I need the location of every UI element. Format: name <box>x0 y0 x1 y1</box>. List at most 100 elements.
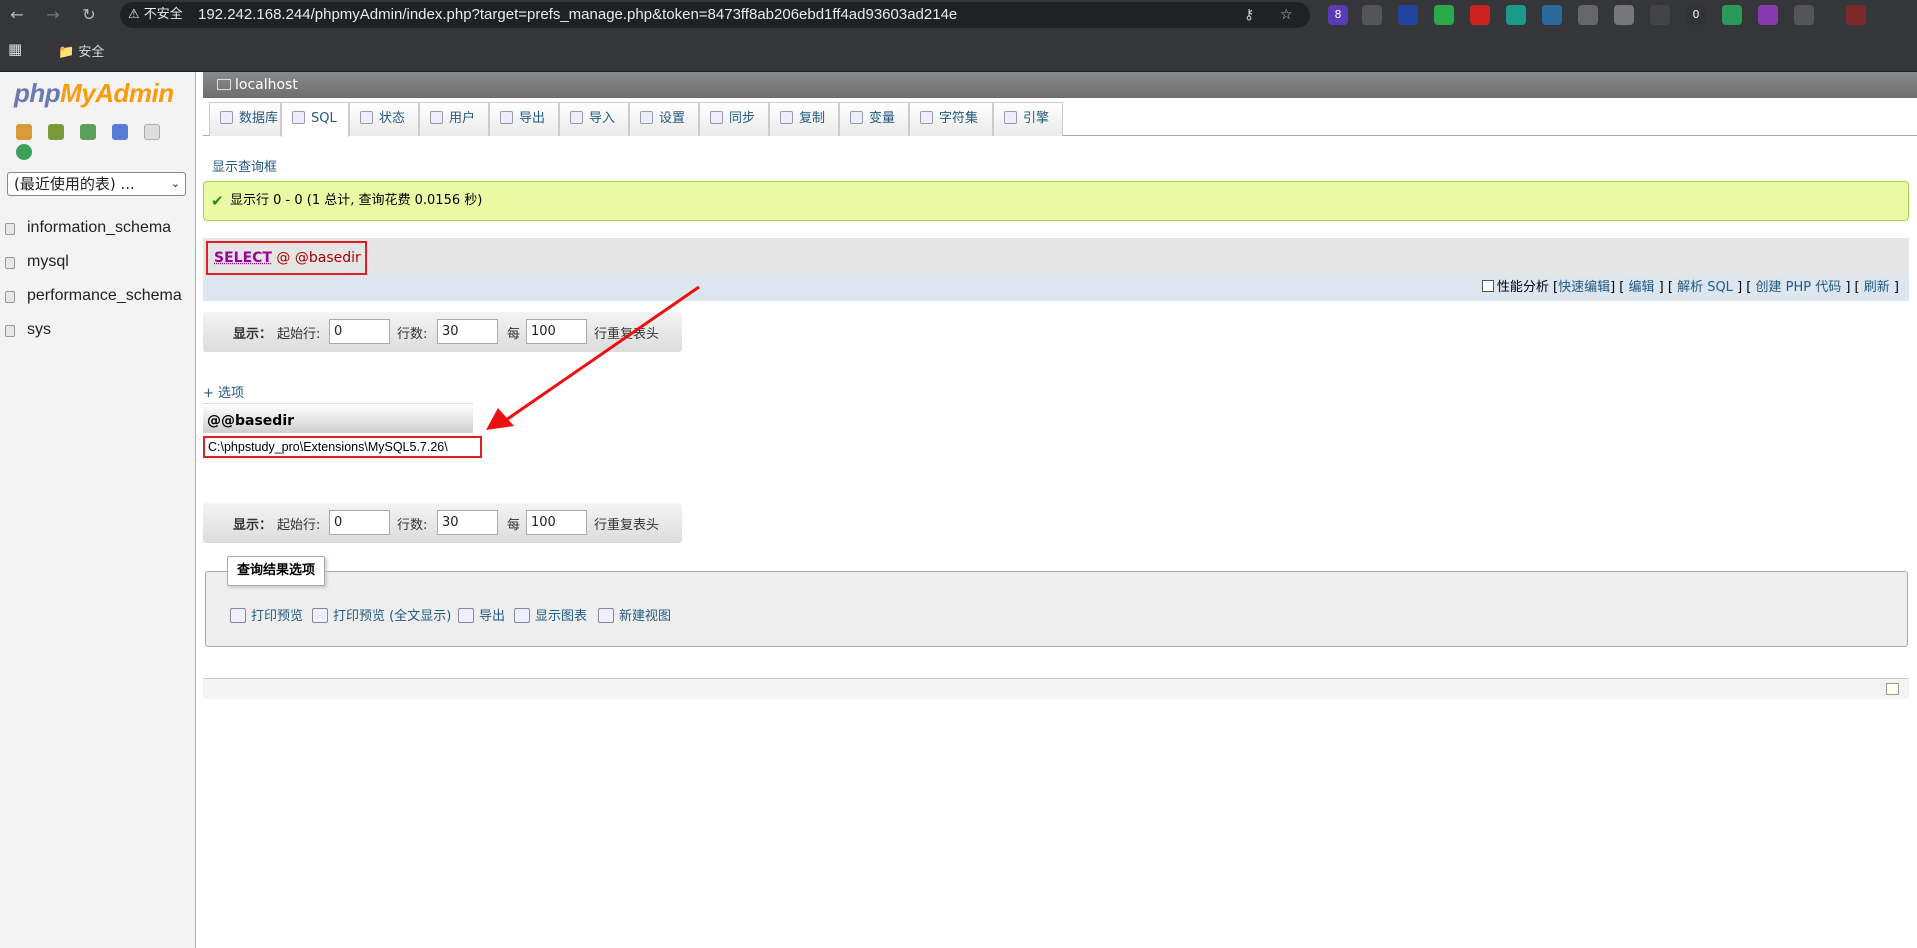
tab-users[interactable]: 用户 <box>419 102 489 136</box>
address-bar[interactable]: ⚠ 不安全 192.242.168.244/phpmyAdmin/index.p… <box>120 2 1310 28</box>
tab-label: 用户 <box>449 111 476 126</box>
rows-label: 行数: <box>397 518 428 533</box>
server-icon <box>217 79 231 90</box>
tab-sql[interactable]: SQL <box>281 102 349 137</box>
wrench-icon <box>640 111 653 124</box>
extension-green-icon[interactable] <box>1722 5 1742 25</box>
tab-charsets[interactable]: 字符集 <box>909 102 993 136</box>
key-icon[interactable]: ⚷ <box>1244 2 1254 28</box>
export-link[interactable]: 导出 <box>458 605 505 624</box>
users-icon <box>430 111 443 124</box>
extension-red-icon[interactable] <box>1470 5 1490 25</box>
documentation-icon[interactable] <box>144 124 161 140</box>
create-php-code-link[interactable]: 创建 PHP 代码 <box>1755 280 1841 295</box>
edit-link[interactable]: 编辑 <box>1629 280 1655 295</box>
database-item[interactable]: mysql <box>0 250 196 278</box>
tab-databases[interactable]: 数据库 <box>209 102 281 136</box>
server-name[interactable]: localhost <box>235 77 298 93</box>
database-label[interactable]: sys <box>27 321 51 339</box>
recent-tables-select[interactable]: (最近使用的表) ... ⌄ <box>7 172 186 196</box>
print-view-link[interactable]: 打印预览 <box>230 605 303 624</box>
print-view-label: 打印预览 <box>251 609 304 624</box>
options-link[interactable]: + 选项 <box>203 382 244 401</box>
recent-tables-value: (最近使用的表) ... <box>14 175 135 193</box>
extension-j-icon[interactable] <box>1614 5 1634 25</box>
back-icon[interactable]: ← <box>6 4 28 26</box>
chart-icon <box>514 608 530 623</box>
checkmark-icon: ✔ <box>211 192 224 210</box>
tab-settings[interactable]: 设置 <box>629 102 699 136</box>
extension-shield-icon[interactable] <box>1434 5 1454 25</box>
extension-figure-icon[interactable] <box>1542 5 1562 25</box>
rows-input[interactable]: 30 <box>437 510 498 535</box>
start-row-input[interactable]: 0 <box>329 510 390 535</box>
replication-icon <box>780 111 793 124</box>
inline-edit-link[interactable]: 快速编辑 <box>1558 280 1610 295</box>
tab-label: 数据库 <box>239 111 279 126</box>
tab-replication[interactable]: 复制 <box>769 102 839 136</box>
database-item[interactable]: sys <box>0 318 196 346</box>
tab-export[interactable]: 导出 <box>489 102 559 136</box>
database-item[interactable]: performance_schema <box>0 284 196 312</box>
status-icon <box>360 111 373 124</box>
show-query-box-link[interactable]: 显示查询框 <box>212 156 277 175</box>
extension-go-icon[interactable] <box>1578 5 1598 25</box>
extensions-puzzle-icon[interactable] <box>1794 5 1814 25</box>
forward-icon[interactable]: → <box>42 4 64 26</box>
extension-badge-icon[interactable]: 8 <box>1328 5 1348 25</box>
phpmyadmin-logo[interactable]: phpMyAdmin <box>14 78 174 109</box>
profiling-checkbox[interactable] <box>1481 280 1494 292</box>
tab-label: 设置 <box>659 111 686 126</box>
extension-panda-icon[interactable] <box>1362 5 1382 25</box>
logout-icon[interactable] <box>48 124 65 140</box>
display-chart-link[interactable]: 显示图表 <box>514 605 587 624</box>
tab-variables[interactable]: 变量 <box>839 102 909 136</box>
profile-avatar-icon[interactable] <box>1846 5 1866 25</box>
result-cell[interactable]: C:\phpstudy_pro\Extensions\MySQL5.7.26\ <box>203 436 482 458</box>
sql-query-text[interactable]: SELECT @ @basedir <box>206 241 367 275</box>
tab-sync[interactable]: 同步 <box>699 102 769 136</box>
success-text: 显示行 0 - 0 (1 总计, 查询花费 0.0156 秒) <box>230 193 483 208</box>
extension-circle-icon[interactable] <box>1398 5 1418 25</box>
database-label[interactable]: performance_schema <box>27 287 182 305</box>
tab-status[interactable]: 状态 <box>349 102 419 136</box>
home-icon[interactable] <box>16 124 32 140</box>
engine-icon <box>1004 111 1017 124</box>
help-icon[interactable] <box>112 124 129 140</box>
sql-keyword[interactable]: SELECT <box>214 250 272 266</box>
database-item[interactable]: information_schema <box>0 216 196 244</box>
security-warning[interactable]: ⚠ 不安全 <box>128 2 183 28</box>
create-view-link[interactable]: 新建视图 <box>598 605 671 624</box>
query-window-icon[interactable] <box>80 124 97 140</box>
tab-import[interactable]: 导入 <box>559 102 629 136</box>
reload-icon[interactable]: ↻ <box>78 4 100 26</box>
repeat-header-input[interactable]: 100 <box>526 510 587 535</box>
database-label[interactable]: information_schema <box>27 219 171 237</box>
extension-qr-icon[interactable]: 0 <box>1686 5 1706 25</box>
navigation-table-bottom: 显示： 起始行: 0 行数: 30 每 100 行重复表头 <box>203 503 682 543</box>
bookmark-star-icon[interactable]: ☆ <box>1280 2 1293 28</box>
print-view-full-link[interactable]: 打印预览 (全文显示) <box>312 605 451 624</box>
extension-cat-icon[interactable] <box>1758 5 1778 25</box>
extension-minus-icon[interactable] <box>1650 5 1670 25</box>
logo-myadmin-text: MyAdmin <box>60 78 174 108</box>
extension-scan-icon[interactable] <box>1506 5 1526 25</box>
start-row-label: 起始行: <box>277 327 321 342</box>
database-label[interactable]: mysql <box>27 253 69 271</box>
database-icon <box>5 291 15 303</box>
explain-sql-link[interactable]: 解析 SQL <box>1677 280 1733 295</box>
database-icon <box>5 325 15 337</box>
tab-engines[interactable]: 引擎 <box>993 102 1063 136</box>
column-header[interactable]: @@basedir <box>203 403 473 433</box>
start-row-input[interactable]: 0 <box>329 319 390 344</box>
sql-rest: @ @basedir <box>271 250 361 266</box>
console-icon[interactable] <box>1886 683 1899 695</box>
bookmark-folder-label: 安全 <box>78 45 105 60</box>
reload-navigation-icon[interactable] <box>16 144 32 160</box>
apps-grid-icon[interactable]: ▦ <box>8 40 22 58</box>
bookmark-folder[interactable]: 📁 安全 <box>58 41 104 60</box>
url-text[interactable]: 192.242.168.244/phpmyAdmin/index.php?tar… <box>198 2 957 28</box>
tab-label: 同步 <box>729 111 756 126</box>
refresh-link[interactable]: 刷新 <box>1864 280 1890 295</box>
database-icon <box>5 257 15 269</box>
